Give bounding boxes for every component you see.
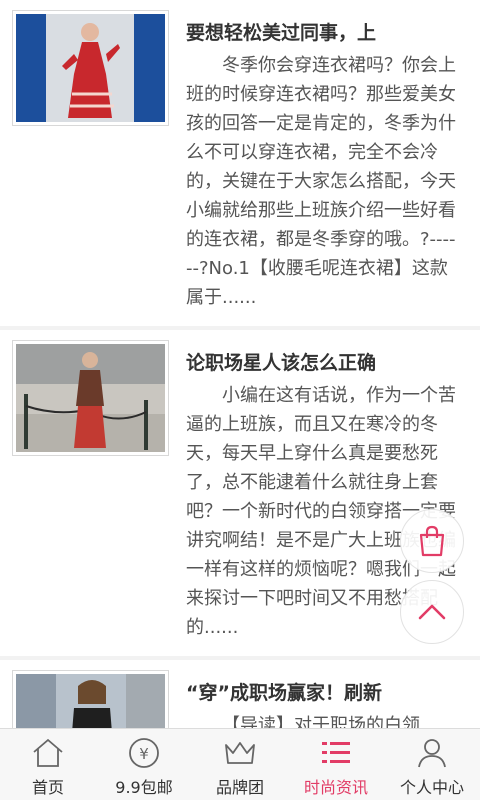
shopping-bag-icon (419, 525, 445, 557)
tab-label: 品牌团 (215, 778, 264, 797)
tab-fashion-news[interactable]: 时尚资讯 (288, 729, 384, 800)
article-thumbnail[interactable] (12, 340, 169, 456)
tab-profile[interactable]: 个人中心 (384, 729, 480, 800)
article-title[interactable]: 论职场星人该怎么正确 (186, 348, 466, 375)
thumbnail-image-city-fashion (16, 674, 165, 728)
back-to-top-button[interactable] (400, 580, 464, 644)
user-icon (418, 739, 446, 768)
list-icon (322, 742, 350, 763)
yen-coin-icon: ¥ (129, 738, 159, 768)
tab-free-shipping[interactable]: ¥ 9.9包邮 (96, 729, 192, 800)
article-card[interactable]: 要想轻松美过同事，上 冬季你会穿连衣裙吗？你会上班的时候穿连衣裙吗？那些爱美女孩… (0, 0, 480, 326)
thumbnail-image-street-style (16, 344, 165, 452)
tab-label: 个人中心 (399, 778, 464, 797)
shopping-bag-button[interactable] (400, 509, 464, 573)
tab-brand-group[interactable]: 品牌团 (192, 729, 288, 800)
article-excerpt: 【导读】对于职场的白领 (222, 715, 420, 728)
article-title[interactable]: “穿”成职场赢家！刷新 (186, 678, 466, 705)
thumbnail-image-red-dress (16, 14, 165, 122)
tab-label: 时尚资讯 (303, 778, 368, 797)
chevron-up-icon (418, 604, 446, 620)
article-thumbnail[interactable] (12, 10, 169, 126)
article-title[interactable]: 要想轻松美过同事，上 (186, 18, 466, 45)
home-icon (33, 738, 63, 767)
article-card[interactable]: “穿”成职场赢家！刷新 【导读】对于职场的白领 (0, 660, 480, 728)
bottom-tab-bar: 首页 ¥ 9.9包邮 品牌团 时尚资讯 个人中心 (0, 728, 480, 800)
svg-text:¥: ¥ (139, 745, 149, 763)
article-thumbnail[interactable] (12, 670, 169, 728)
crown-icon (225, 742, 255, 764)
article-excerpt: 冬季你会穿连衣裙吗？你会上班的时候穿连衣裙吗？那些爱美女孩的回答一定是肯定的，冬… (186, 55, 456, 308)
tab-label: 9.9包邮 (115, 778, 173, 797)
tab-label: 首页 (31, 778, 64, 797)
tab-home[interactable]: 首页 (0, 729, 96, 800)
